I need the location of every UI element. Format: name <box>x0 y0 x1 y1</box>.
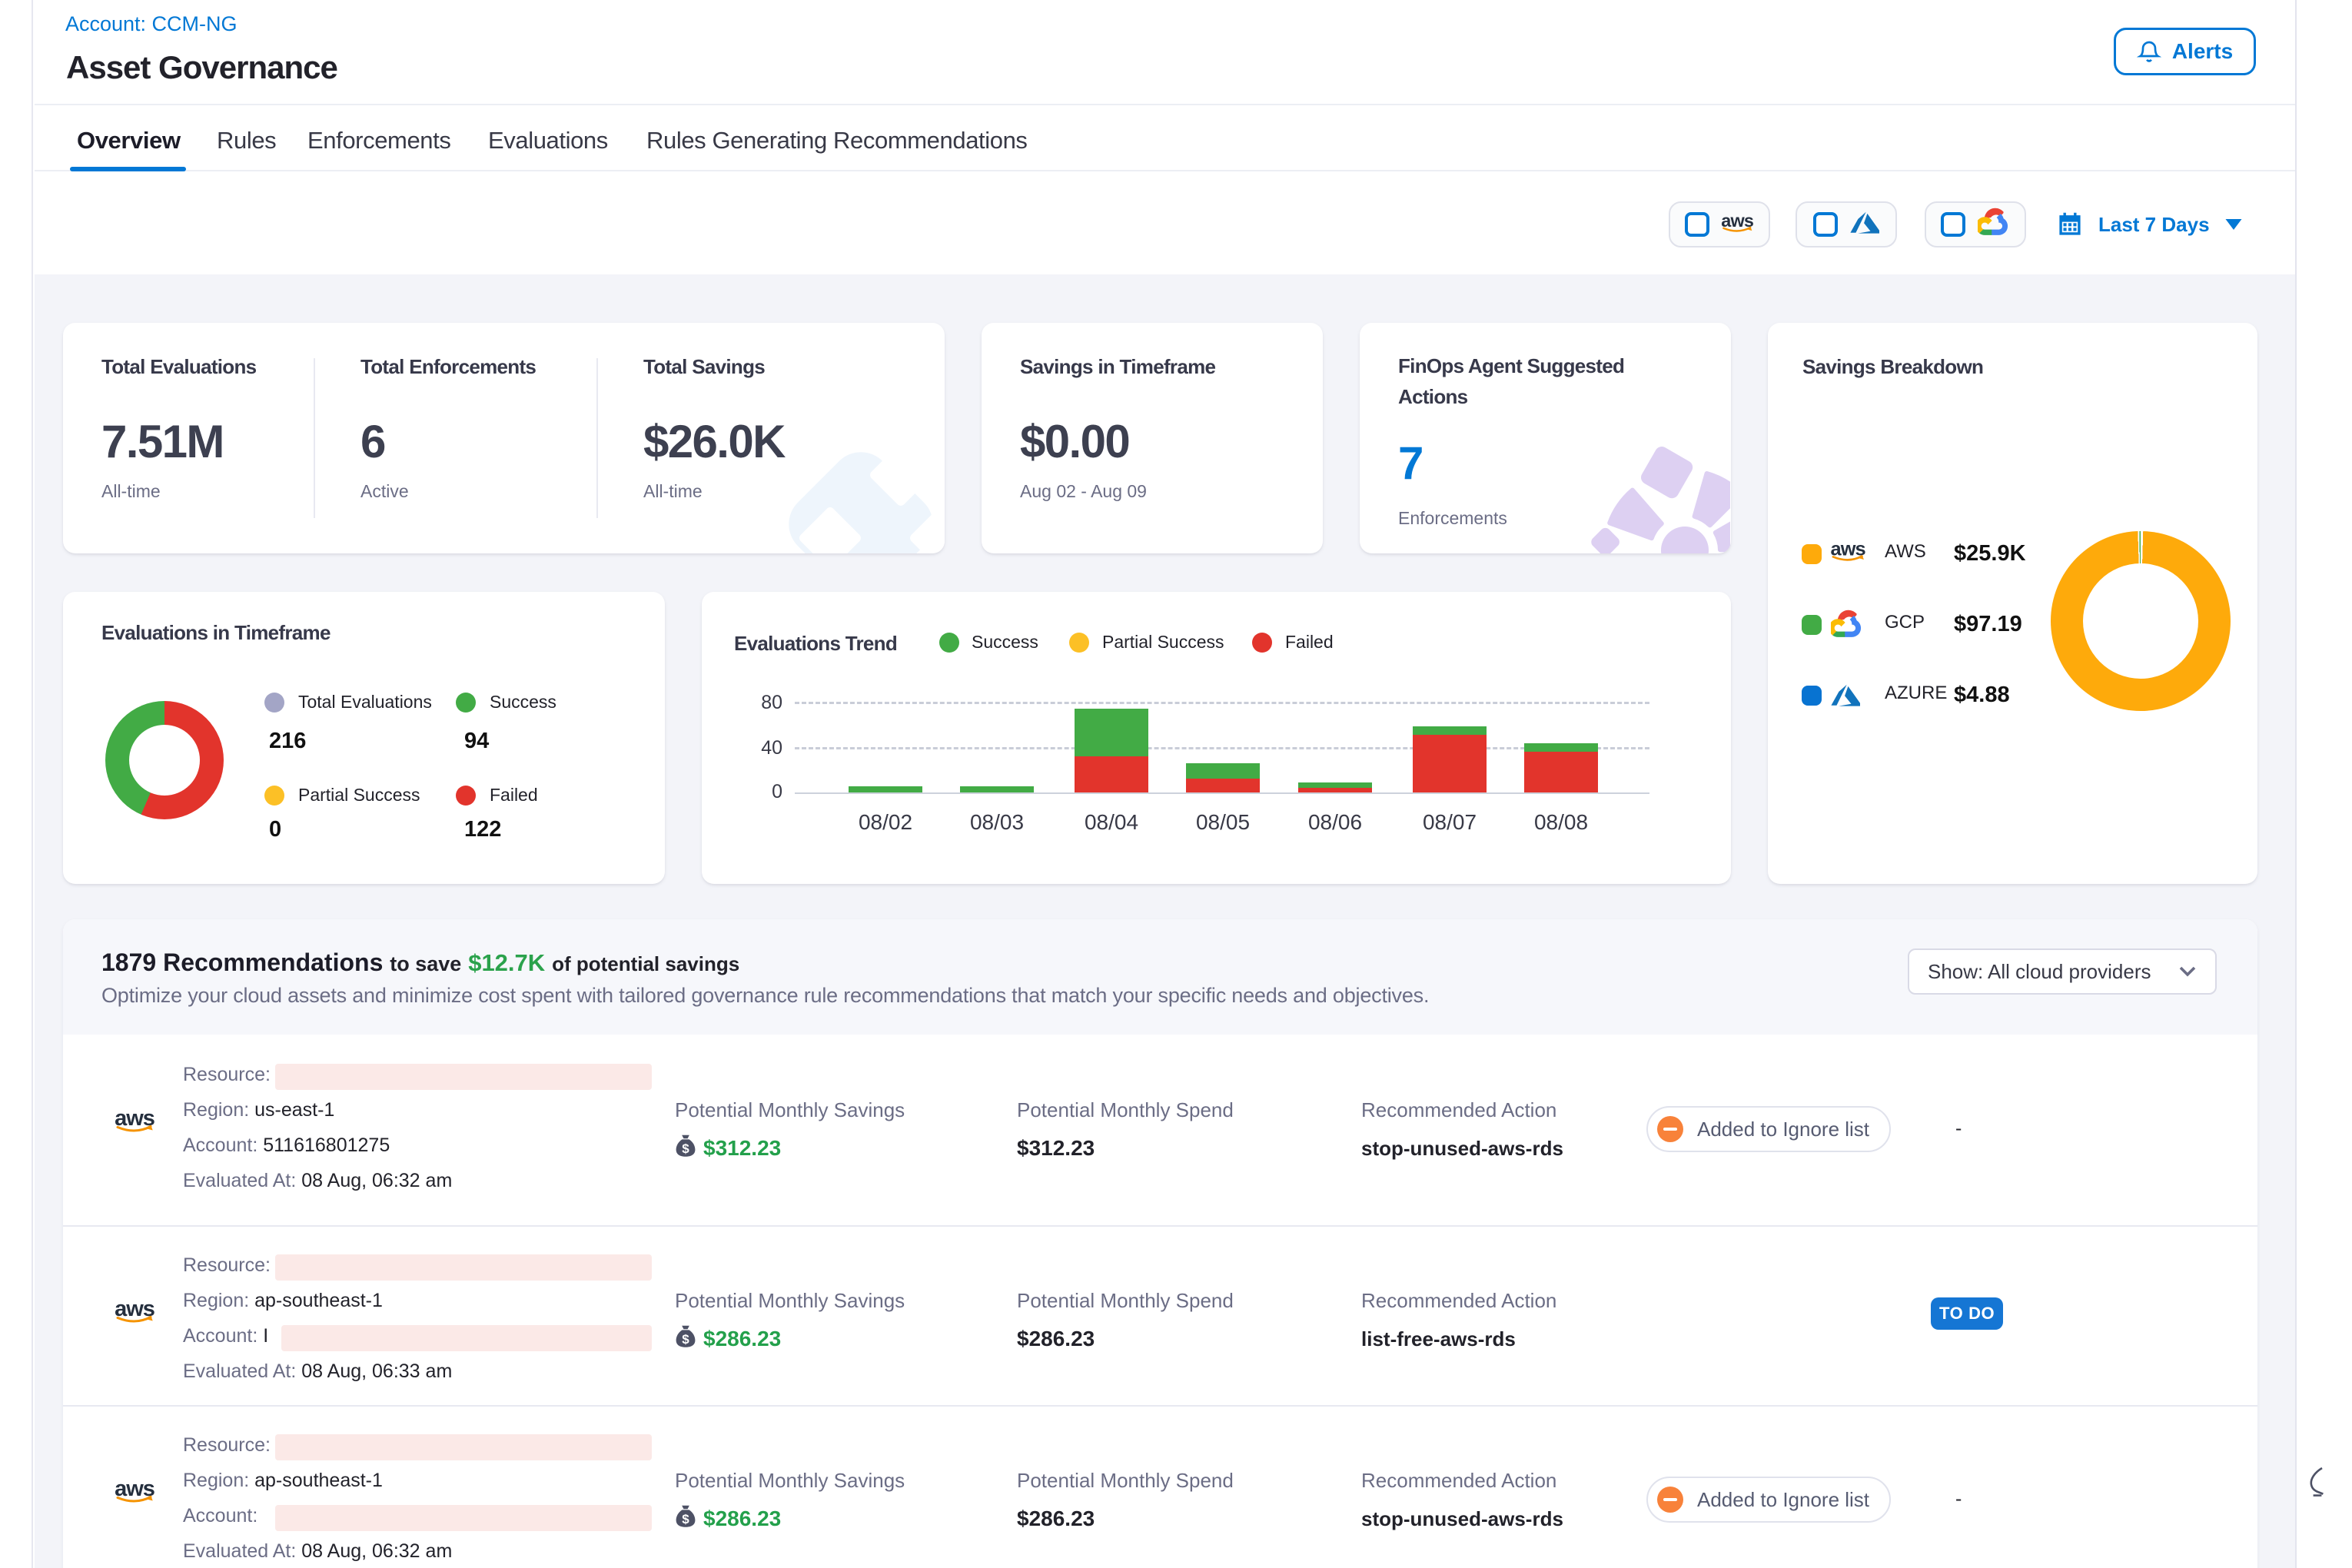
svg-text:$: $ <box>682 1141 689 1156</box>
svg-text:$: $ <box>682 1512 689 1526</box>
svg-text:$: $ <box>682 1332 689 1347</box>
